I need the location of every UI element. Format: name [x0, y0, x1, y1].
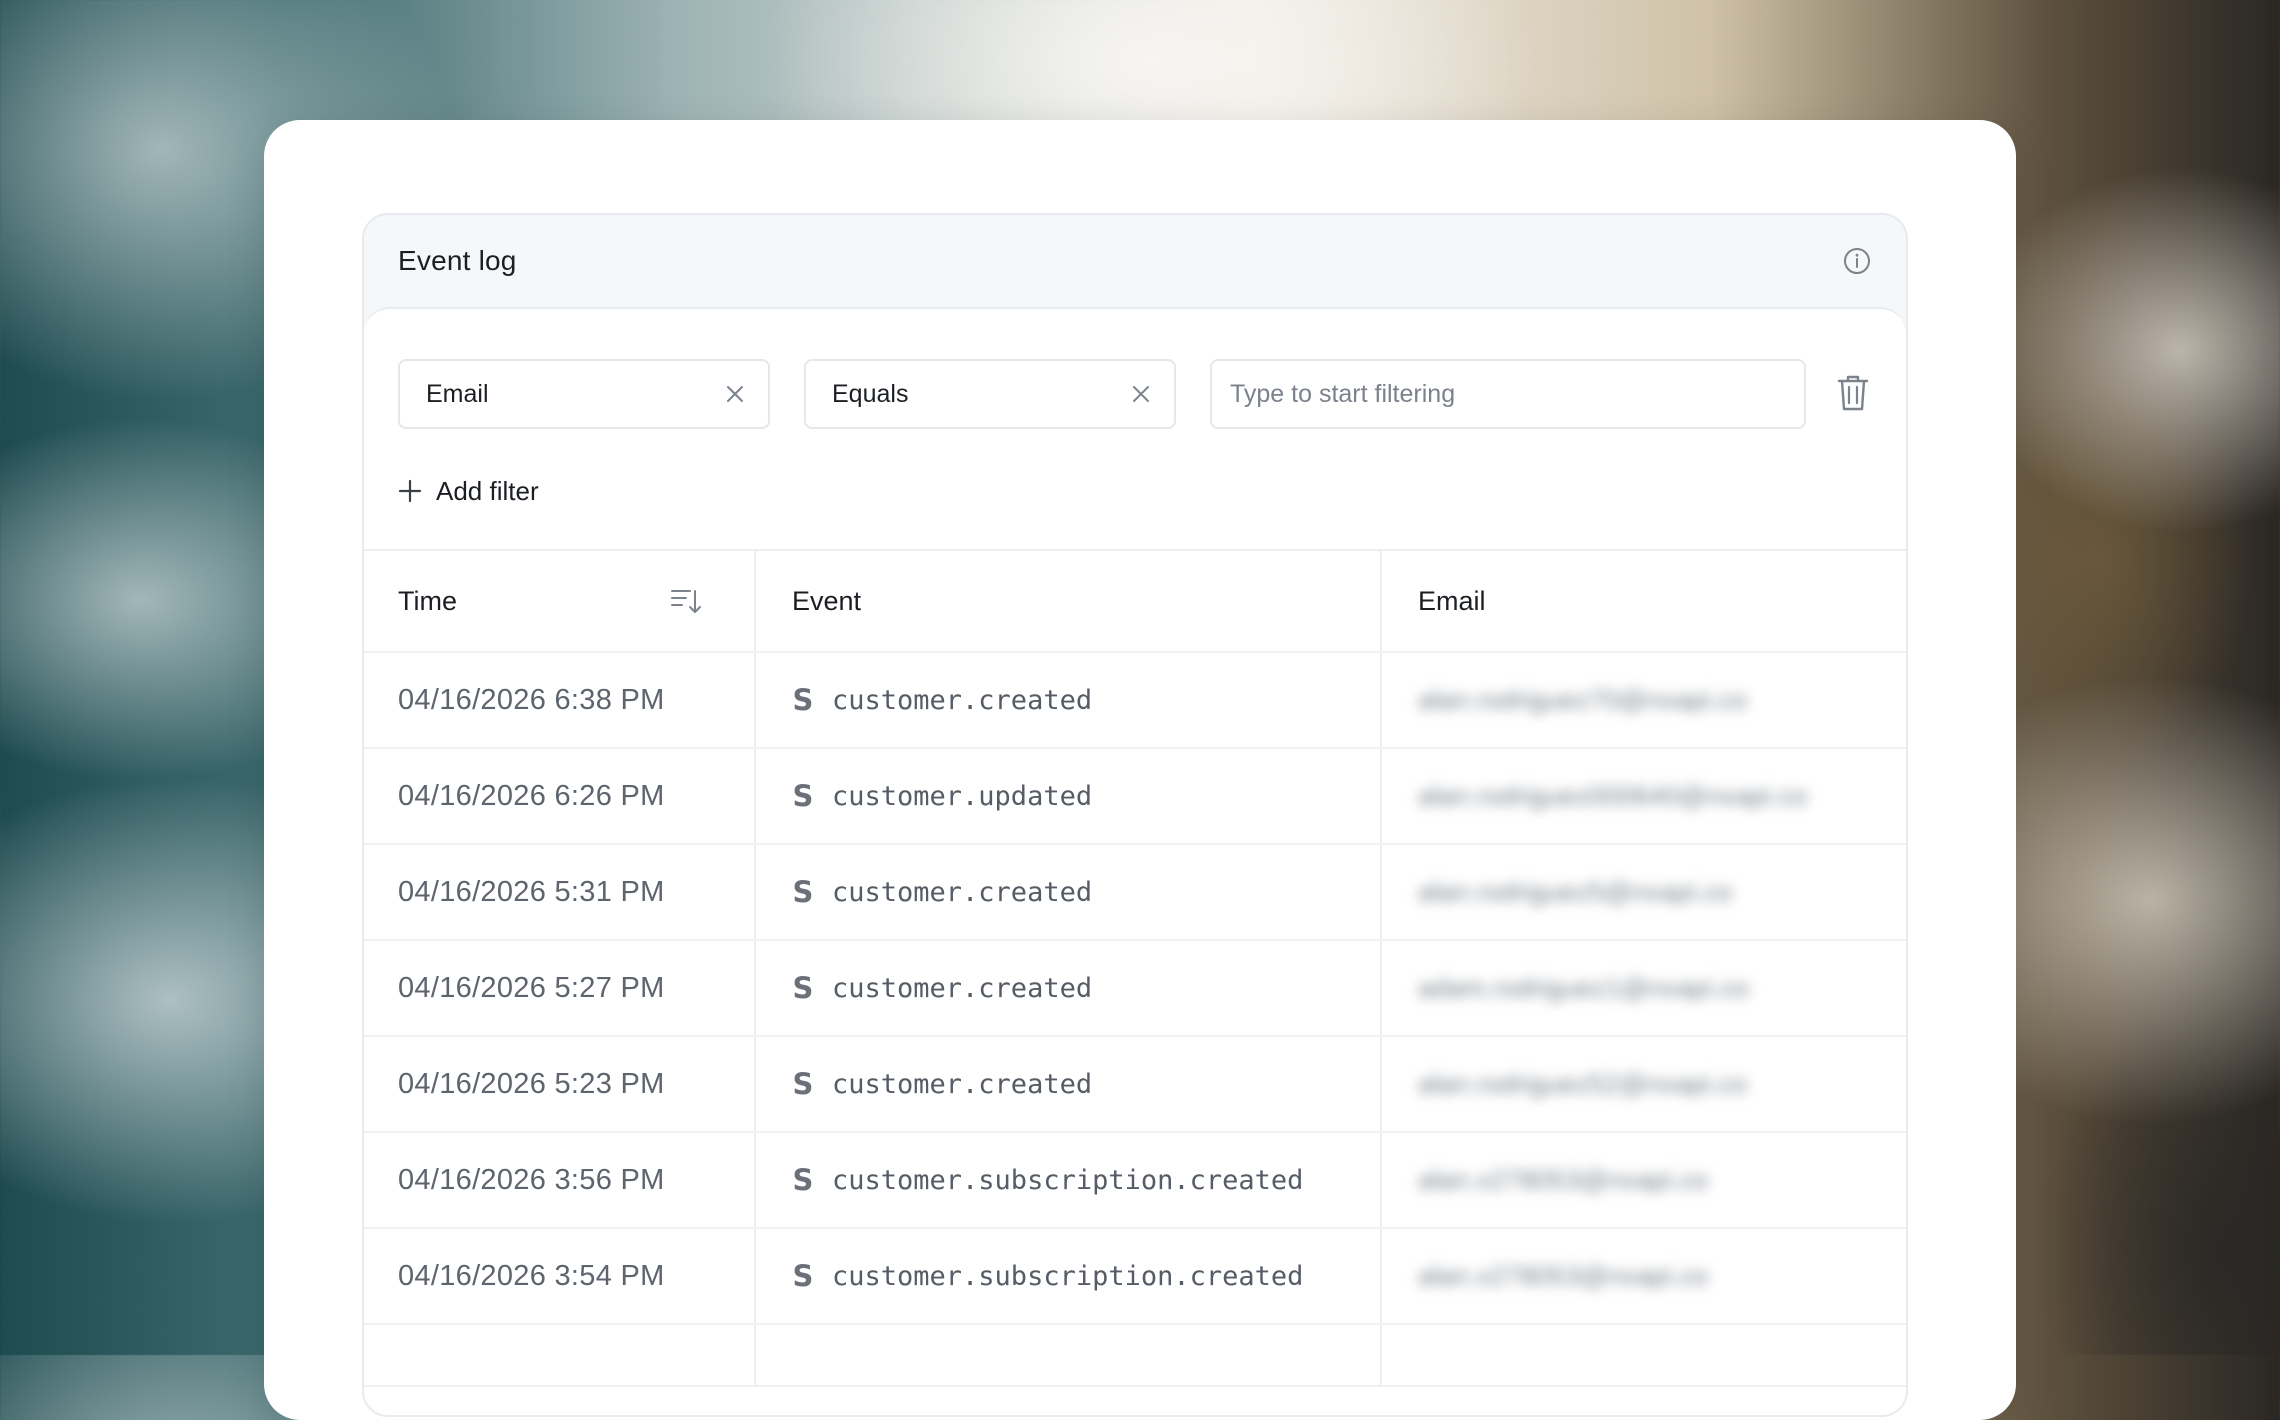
- sort-descending-icon[interactable]: [670, 587, 702, 615]
- table-row[interactable]: 04/16/2026 5:31 PM Scustomer.created ala…: [364, 845, 1906, 941]
- email-cell: alan.x278053@nxapi.co: [1382, 1133, 1906, 1227]
- main-card: Event log Email Equals Type to start fil…: [264, 120, 2016, 1420]
- event-cell: Scustomer.created: [756, 1037, 1382, 1131]
- operator-select-value: Equals: [832, 379, 909, 408]
- email-value-redacted: alan.rodriguez70@nxapi.co: [1418, 684, 1748, 715]
- stripe-s-icon: S: [792, 1163, 814, 1197]
- stripe-s-icon: S: [792, 779, 814, 813]
- time-value: 04/16/2026 5:27 PM: [398, 971, 665, 1004]
- email-value-redacted: alan.x278053@nxapi.co: [1418, 1164, 1709, 1195]
- add-filter-button[interactable]: Add filter: [398, 471, 539, 511]
- event-value: customer.created: [832, 972, 1093, 1004]
- time-cell: 04/16/2026 5:23 PM: [364, 1037, 756, 1131]
- event-value: customer.updated: [832, 780, 1093, 812]
- email-cell: alan.rodriguez5@nxapi.co: [1382, 845, 1906, 939]
- stripe-s-icon: S: [792, 683, 814, 717]
- time-value: 04/16/2026 3:56 PM: [398, 1163, 665, 1196]
- event-cell: Scustomer.created: [756, 653, 1382, 747]
- time-cell: 04/16/2026 5:27 PM: [364, 941, 756, 1035]
- column-header-event-label: Event: [792, 585, 862, 616]
- time-cell: 04/16/2026 6:38 PM: [364, 653, 756, 747]
- event-value: customer.subscription.created: [832, 1260, 1304, 1292]
- table-row[interactable]: [364, 1325, 1906, 1387]
- time-value: 04/16/2026 6:38 PM: [398, 683, 665, 716]
- panel-header: Event log: [364, 215, 1906, 307]
- email-value-redacted: alan.rodriguez52@nxapi.co: [1418, 1068, 1748, 1099]
- event-cell: Scustomer.created: [756, 941, 1382, 1035]
- event-cell: [756, 1325, 1382, 1385]
- event-cell: Scustomer.updated: [756, 749, 1382, 843]
- email-value-redacted: alan.rodriguez000640@nxapi.co: [1418, 780, 1808, 811]
- table-header-row: Time Event Email: [364, 551, 1906, 653]
- time-cell: 04/16/2026 3:56 PM: [364, 1133, 756, 1227]
- event-log-panel: Event log Email Equals Type to start fil…: [362, 213, 1908, 1417]
- email-cell: [1382, 1325, 1906, 1385]
- info-icon[interactable]: [1842, 246, 1872, 276]
- time-value: 04/16/2026 6:26 PM: [398, 779, 665, 812]
- column-header-time[interactable]: Time: [364, 551, 756, 651]
- event-value: customer.created: [832, 684, 1093, 716]
- event-value: customer.subscription.created: [832, 1164, 1304, 1196]
- table-row[interactable]: 04/16/2026 6:38 PM Scustomer.created ala…: [364, 653, 1906, 749]
- operator-select[interactable]: Equals: [804, 359, 1176, 429]
- table-row[interactable]: 04/16/2026 3:56 PM Scustomer.subscriptio…: [364, 1133, 1906, 1229]
- filter-row: Email Equals: [398, 359, 1806, 429]
- time-value: 04/16/2026 3:54 PM: [398, 1259, 665, 1292]
- event-value: customer.created: [832, 1068, 1093, 1100]
- event-table: Time Event Email 04/16/2026 6:38 PM S cu…: [364, 549, 1906, 1387]
- time-value: 04/16/2026 5:23 PM: [398, 1067, 665, 1100]
- stripe-s-icon: S: [792, 1067, 814, 1101]
- close-icon[interactable]: [1130, 383, 1152, 405]
- time-cell: 04/16/2026 5:31 PM: [364, 845, 756, 939]
- table-row[interactable]: 04/16/2026 3:54 PM Scustomer.subscriptio…: [364, 1229, 1906, 1325]
- email-cell: alan.x278053@nxapi.co: [1382, 1229, 1906, 1323]
- email-value-redacted: adam.rodriguez1@nxapi.co: [1418, 972, 1749, 1003]
- table-row[interactable]: 04/16/2026 5:23 PM Scustomer.created ala…: [364, 1037, 1906, 1133]
- table-row[interactable]: 04/16/2026 5:27 PM Scustomer.created ada…: [364, 941, 1906, 1037]
- stripe-s-icon: S: [792, 1259, 814, 1293]
- event-cell: Scustomer.subscription.created: [756, 1229, 1382, 1323]
- panel-body: Email Equals Type to start filtering Add…: [364, 307, 1906, 1415]
- email-cell: alan.rodriguez000640@nxapi.co: [1382, 749, 1906, 843]
- email-cell: adam.rodriguez1@nxapi.co: [1382, 941, 1906, 1035]
- table-row[interactable]: 04/16/2026 6:26 PM Scustomer.updated ala…: [364, 749, 1906, 845]
- email-value-redacted: alan.x278053@nxapi.co: [1418, 1260, 1709, 1291]
- event-cell: Scustomer.subscription.created: [756, 1133, 1382, 1227]
- event-value: customer.created: [832, 876, 1093, 908]
- add-filter-label: Add filter: [436, 475, 539, 506]
- stripe-s-icon: S: [792, 875, 814, 909]
- column-header-email-label: Email: [1418, 585, 1486, 616]
- page-title: Event log: [398, 245, 517, 276]
- event-cell: Scustomer.created: [756, 845, 1382, 939]
- time-cell: 04/16/2026 6:26 PM: [364, 749, 756, 843]
- plus-icon: [398, 478, 424, 504]
- filter-value-input[interactable]: [1210, 359, 1806, 429]
- close-icon[interactable]: [724, 383, 746, 405]
- email-cell: alan.rodriguez70@nxapi.co: [1382, 653, 1906, 747]
- stripe-s-icon: S: [792, 971, 814, 1005]
- column-header-email[interactable]: Email: [1382, 551, 1906, 651]
- time-value: 04/16/2026 5:31 PM: [398, 875, 665, 908]
- column-header-time-label: Time: [398, 585, 457, 616]
- email-value-redacted: alan.rodriguez5@nxapi.co: [1418, 876, 1733, 907]
- time-cell: [364, 1325, 756, 1385]
- trash-icon[interactable]: [1836, 373, 1872, 415]
- email-cell: alan.rodriguez52@nxapi.co: [1382, 1037, 1906, 1131]
- time-cell: 04/16/2026 3:54 PM: [364, 1229, 756, 1323]
- field-select[interactable]: Email: [398, 359, 770, 429]
- field-select-value: Email: [426, 379, 489, 408]
- column-header-event[interactable]: Event: [756, 551, 1382, 651]
